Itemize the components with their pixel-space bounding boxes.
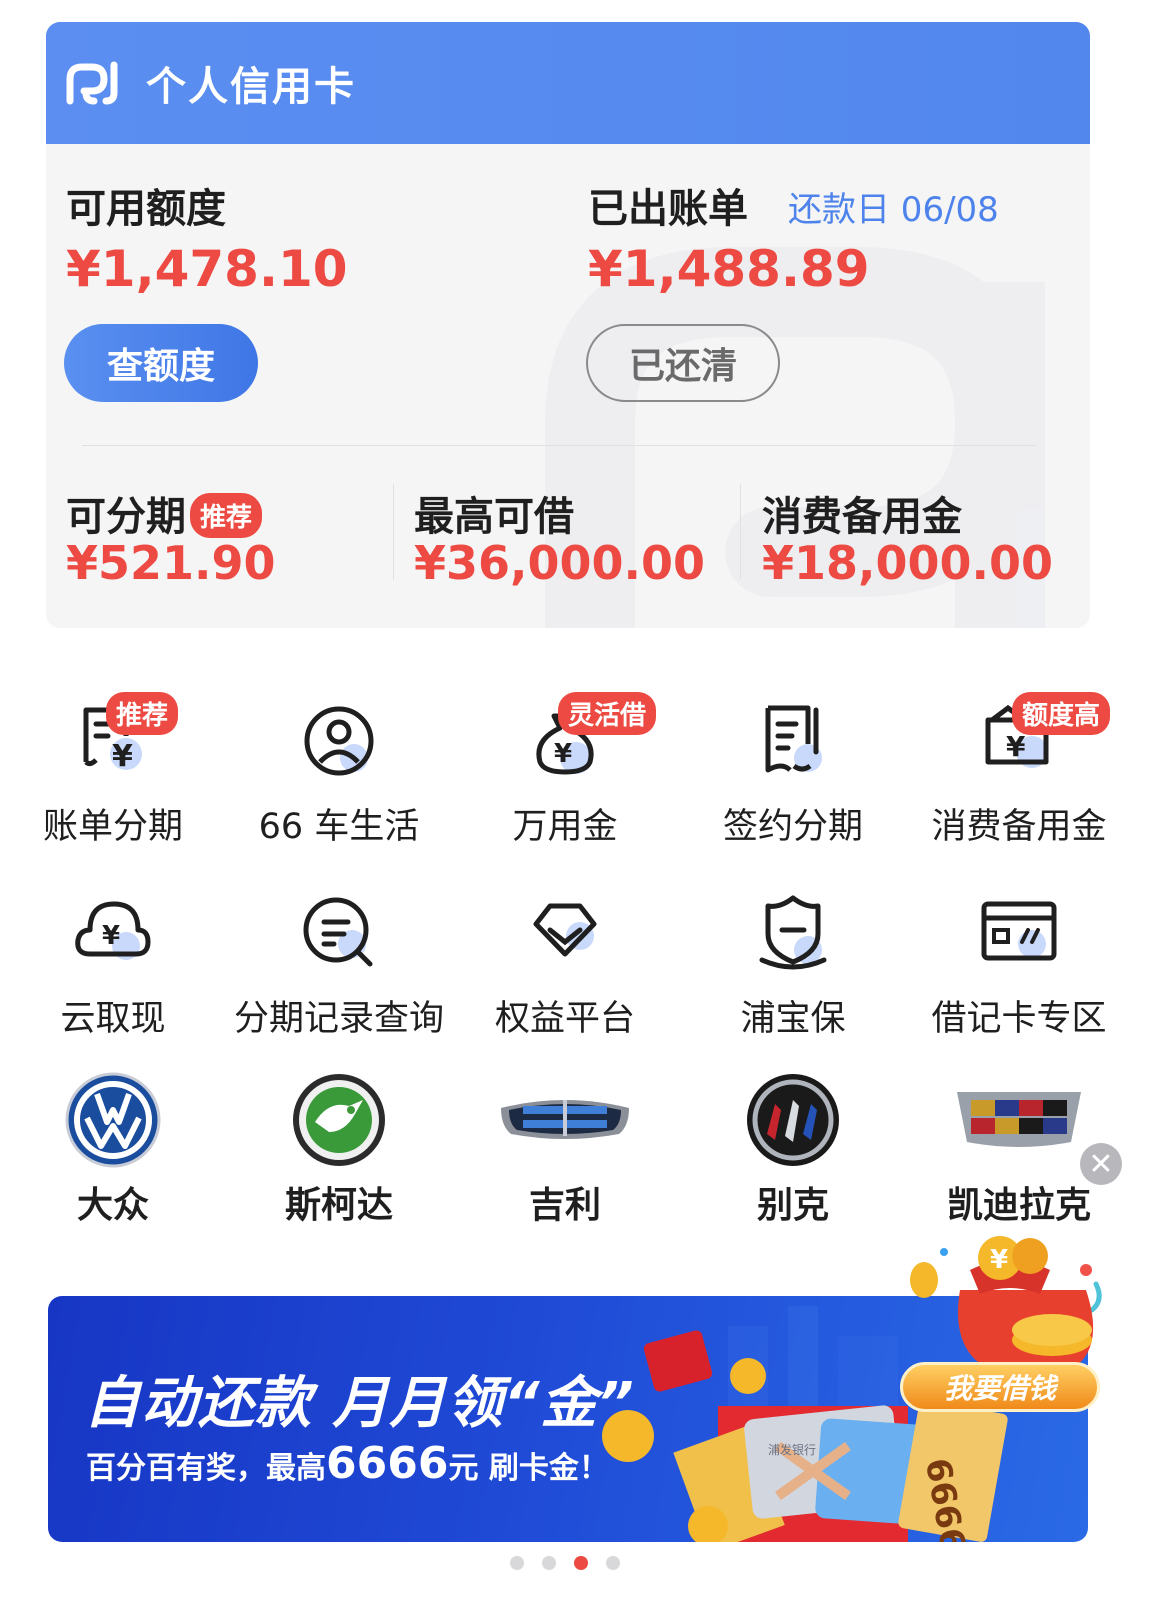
record-search-icon (303, 897, 373, 967)
available-credit-label: 可用额度 (66, 186, 226, 232)
service-pubaobao[interactable]: 浦宝保 (680, 888, 906, 1041)
badge: 推荐 (106, 692, 179, 735)
installment-value: ¥521.90 (66, 536, 276, 590)
reserve-fund-value: ¥18,000.00 (762, 536, 1054, 590)
debit-card-icon (981, 901, 1057, 961)
service-label: 云取现 (60, 999, 166, 1039)
carousel-dot-active[interactable] (574, 1556, 588, 1570)
service-label: 消费备用金 (931, 807, 1107, 847)
service-cloud-cash[interactable]: ¥ 云取现 (0, 888, 226, 1041)
shield-icon (759, 895, 827, 970)
banner-amount: 6666 (326, 1438, 449, 1489)
max-borrow-label[interactable]: 最高可借 (414, 484, 574, 542)
brand-buick[interactable]: 别克 (680, 1070, 906, 1228)
service-debit-card[interactable]: 借记卡专区 (906, 888, 1132, 1041)
reserve-fund-label[interactable]: 消费备用金 (762, 484, 962, 542)
due-date: 还款日 06/08 (788, 190, 999, 230)
service-installment-records[interactable]: 分期记录查询 (226, 888, 452, 1041)
skoda-logo (293, 1074, 385, 1166)
divider (740, 484, 741, 580)
service-label: 66 车生活 (258, 807, 420, 847)
bill-value: ¥1,488.89 (588, 240, 870, 298)
card-title: 个人信用卡 (146, 64, 356, 110)
banner-sub-prefix: 百分百有奖，最高 (86, 1451, 326, 1486)
service-label: 浦宝保 (740, 999, 846, 1039)
service-reserve-fund[interactable]: ¥ 额度高 消费备用金 (906, 692, 1132, 849)
check-quota-button[interactable]: 查额度 (64, 324, 258, 402)
spdb-logo-icon (66, 61, 118, 105)
close-icon[interactable]: ✕ (1080, 1143, 1122, 1185)
diamond-icon (533, 903, 597, 957)
svg-text:¥: ¥ (102, 921, 120, 951)
buick-logo (747, 1074, 839, 1166)
brand-label: 大众 (76, 1185, 149, 1226)
money-bag-float-icon[interactable]: ¥ (900, 1230, 1110, 1470)
recommend-tag: 推荐 (190, 492, 263, 538)
brand-label: 斯柯达 (284, 1185, 393, 1226)
brand-volkswagen[interactable]: 大众 (0, 1070, 226, 1228)
installment-label[interactable]: 可分期 推荐 (66, 484, 263, 542)
service-car-life[interactable]: 66 车生活 (226, 696, 452, 849)
svg-text:¥: ¥ (1006, 730, 1026, 763)
geely-logo (501, 1100, 629, 1139)
service-label: 账单分期 (42, 807, 183, 847)
carousel-dot[interactable] (542, 1556, 556, 1570)
service-label: 签约分期 (722, 807, 863, 847)
banner-subtitle: 百分百有奖，最高6666元 刷卡金！ (86, 1438, 609, 1489)
available-credit-value: ¥1,478.10 (66, 240, 348, 298)
svg-text:¥: ¥ (554, 739, 572, 769)
badge: 灵活借 (558, 692, 657, 735)
service-contract-installment[interactable]: 签约分期 (680, 696, 906, 849)
cloud-cash-icon: ¥ (75, 901, 151, 960)
bill-label: 已出账单 (588, 186, 748, 232)
service-all-purpose-fund[interactable]: ¥ 灵活借 万用金 (452, 692, 678, 849)
brand-label: 别克 (756, 1185, 829, 1226)
credit-card-panel: 个人信用卡 可用额度 ¥1,478.10 查额度 已出账单 还款日 06/08 … (46, 22, 1090, 628)
service-label: 分期记录查询 (233, 999, 444, 1039)
person-icon (304, 706, 374, 776)
banner-title: 自动还款 月月领“金” (84, 1371, 635, 1436)
card-header: 个人信用卡 (46, 22, 1090, 144)
svg-text:¥: ¥ (112, 739, 133, 774)
service-label: 万用金 (512, 807, 618, 847)
badge: 额度高 (1012, 692, 1111, 735)
service-rights-platform[interactable]: 权益平台 (452, 888, 678, 1041)
divider (393, 484, 394, 580)
svg-text:¥: ¥ (990, 1245, 1008, 1275)
carousel-dot[interactable] (606, 1556, 620, 1570)
divider (82, 445, 1036, 446)
card-bank-name: 浦发银行 (768, 1442, 816, 1457)
installment-label-text: 可分期 (66, 494, 186, 540)
borrow-money-button[interactable]: 我要借钱 (900, 1362, 1100, 1412)
paid-status-button[interactable]: 已还清 (586, 324, 780, 402)
service-bill-installment[interactable]: ¥ 推荐 账单分期 (0, 692, 226, 849)
cadillac-logo (957, 1092, 1081, 1147)
brand-label: 吉利 (528, 1185, 601, 1226)
brand-geely[interactable]: 吉利 (452, 1070, 678, 1228)
carousel-indicator (510, 1556, 620, 1570)
max-borrow-value: ¥36,000.00 (414, 536, 706, 590)
volkswagen-logo (65, 1072, 161, 1168)
carousel-dot[interactable] (510, 1556, 524, 1570)
service-label: 借记卡专区 (931, 999, 1107, 1039)
contract-icon (765, 705, 822, 773)
brand-skoda[interactable]: 斯柯达 (226, 1070, 452, 1228)
service-label: 权益平台 (494, 999, 635, 1039)
banner-sub-suffix: 元 刷卡金！ (448, 1451, 609, 1486)
